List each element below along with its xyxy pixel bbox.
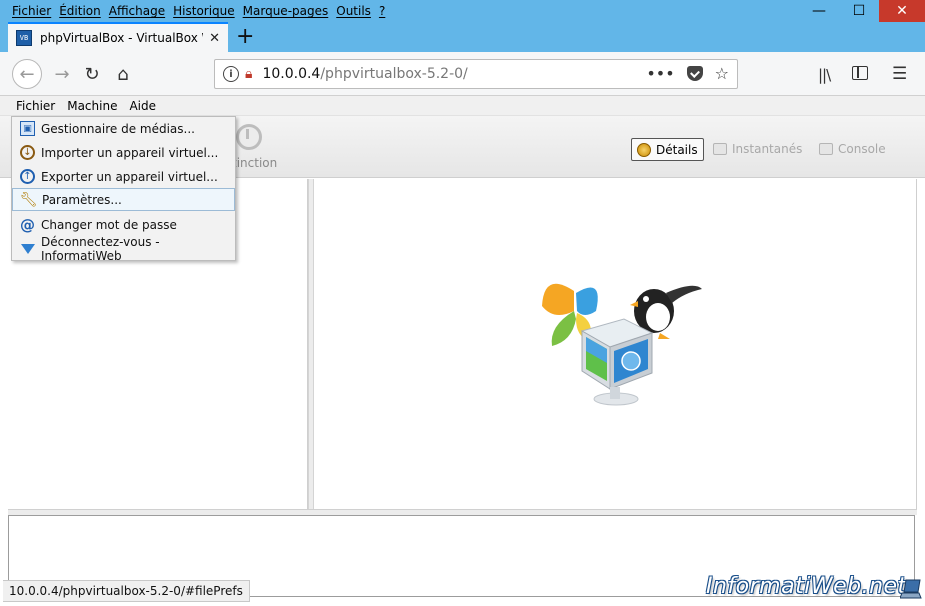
- menu-item-label: Importer un appareil virtuel...: [41, 145, 219, 160]
- tab-phpvirtualbox[interactable]: VB phpVirtualBox - VirtualBox Web ✕: [8, 22, 228, 52]
- ff-menu-fichier[interactable]: Fichier: [8, 1, 55, 21]
- back-button[interactable]: ←: [12, 59, 42, 89]
- url-bar[interactable]: i 🔒︎ 10.0.0.4/phpvirtualbox-5.2-0/ ••• ☆: [214, 59, 738, 89]
- page-actions-icon[interactable]: •••: [646, 64, 674, 83]
- bookmark-star-icon[interactable]: ☆: [715, 64, 729, 83]
- logout-icon: [20, 241, 35, 256]
- app-menu-aide[interactable]: Aide: [123, 99, 162, 113]
- app-menu-machine[interactable]: Machine: [61, 99, 123, 113]
- tab-close-icon[interactable]: ✕: [209, 31, 220, 46]
- console-tab-button[interactable]: Console: [819, 142, 886, 156]
- ff-menu-edition[interactable]: Édition: [55, 1, 105, 21]
- forward-button[interactable]: →: [48, 60, 76, 88]
- ff-menu-help[interactable]: ?: [375, 1, 389, 21]
- minimize-button[interactable]: —: [799, 0, 839, 22]
- laptop-icon: [900, 579, 922, 599]
- new-tab-button[interactable]: +: [236, 26, 254, 48]
- ff-menu-historique[interactable]: Historique: [169, 1, 239, 21]
- virtualbox-favicon-icon: VB: [16, 30, 32, 46]
- ff-menu-outils[interactable]: Outils: [332, 1, 375, 21]
- menu-item-label: Exporter un appareil virtuel...: [41, 169, 218, 184]
- tab-strip: VB phpVirtualBox - VirtualBox Web ✕ +: [0, 22, 925, 52]
- details-gear-icon: [637, 142, 651, 157]
- file-menu-dropdown: ▣ Gestionnaire de médias... ↓ Importer u…: [11, 116, 236, 263]
- stop-button-label: tinction: [232, 156, 278, 170]
- sidebar-icon[interactable]: [852, 66, 868, 80]
- details-tab-button[interactable]: Détails: [631, 138, 704, 161]
- virtualbox-logo-icon: [542, 283, 702, 406]
- snapshots-label: Instantanés: [732, 142, 803, 156]
- menu-item-export-appliance[interactable]: ↑ Exporter un appareil virtuel...: [12, 165, 235, 188]
- url-actions: ••• ☆: [646, 64, 729, 83]
- export-icon: ↑: [20, 169, 35, 184]
- page-content: Fichier Machine Aide tinction Détails In…: [0, 96, 925, 606]
- menu-item-label: Paramètres...: [42, 192, 122, 207]
- at-icon: @: [20, 215, 35, 234]
- wrench-icon: 🔧︎: [19, 191, 38, 208]
- menu-item-change-password[interactable]: @ Changer mot de passe: [12, 213, 235, 236]
- home-button[interactable]: ⌂: [109, 60, 137, 88]
- menu-item-label: Déconnectez-vous - InformatiWeb: [41, 234, 160, 263]
- console-icon: [819, 143, 833, 155]
- maximize-button[interactable]: ☐: [839, 0, 879, 22]
- details-pane: [314, 179, 917, 509]
- insecure-lock-icon[interactable]: 🔒︎: [245, 66, 252, 82]
- status-url-tooltip: 10.0.0.4/phpvirtualbox-5.2-0/#filePrefs: [3, 580, 250, 602]
- hamburger-menu-icon[interactable]: ☰: [892, 64, 907, 84]
- library-icon[interactable]: ||\: [818, 66, 831, 84]
- window-controls: — ☐ ✕: [799, 0, 925, 22]
- details-label: Détails: [656, 142, 698, 157]
- info-icon[interactable]: i: [223, 66, 239, 82]
- app-menu-fichier[interactable]: Fichier: [10, 99, 61, 113]
- firefox-menubar: Fichier Édition Affichage Historique Mar…: [0, 0, 925, 22]
- menu-item-label: Changer mot de passe: [41, 217, 177, 232]
- watermark-logo: InformatiWeb.net: [706, 574, 907, 599]
- navigation-bar: ← → ↻ ⌂ i 🔒︎ 10.0.0.4/phpvirtualbox-5.2-…: [0, 52, 925, 96]
- pocket-icon[interactable]: [686, 66, 703, 81]
- url-host: 10.0.0.4: [262, 66, 321, 82]
- power-icon: [236, 124, 262, 150]
- menu-item-media-manager[interactable]: ▣ Gestionnaire de médias...: [12, 117, 235, 140]
- menu-item-logout[interactable]: Déconnectez-vous - InformatiWeb: [12, 234, 235, 263]
- app-menubar: Fichier Machine Aide: [0, 96, 925, 116]
- reload-button[interactable]: ↻: [78, 60, 106, 88]
- url-path: /phpvirtualbox-5.2-0/: [320, 66, 468, 82]
- console-label: Console: [838, 142, 886, 156]
- menu-item-import-appliance[interactable]: ↓ Importer un appareil virtuel...: [12, 141, 235, 164]
- close-window-button[interactable]: ✕: [879, 0, 925, 22]
- tab-title: phpVirtualBox - VirtualBox Web: [40, 31, 203, 45]
- ff-menu-marque-pages[interactable]: Marque-pages: [239, 1, 333, 21]
- menu-item-preferences[interactable]: 🔧︎ Paramètres...: [12, 188, 235, 211]
- import-icon: ↓: [20, 145, 35, 160]
- media-manager-icon: ▣: [20, 121, 35, 136]
- menu-item-label: Gestionnaire de médias...: [41, 121, 195, 136]
- camera-icon: [713, 143, 727, 155]
- snapshots-tab-button[interactable]: Instantanés: [713, 142, 802, 156]
- ff-menu-affichage[interactable]: Affichage: [105, 1, 169, 21]
